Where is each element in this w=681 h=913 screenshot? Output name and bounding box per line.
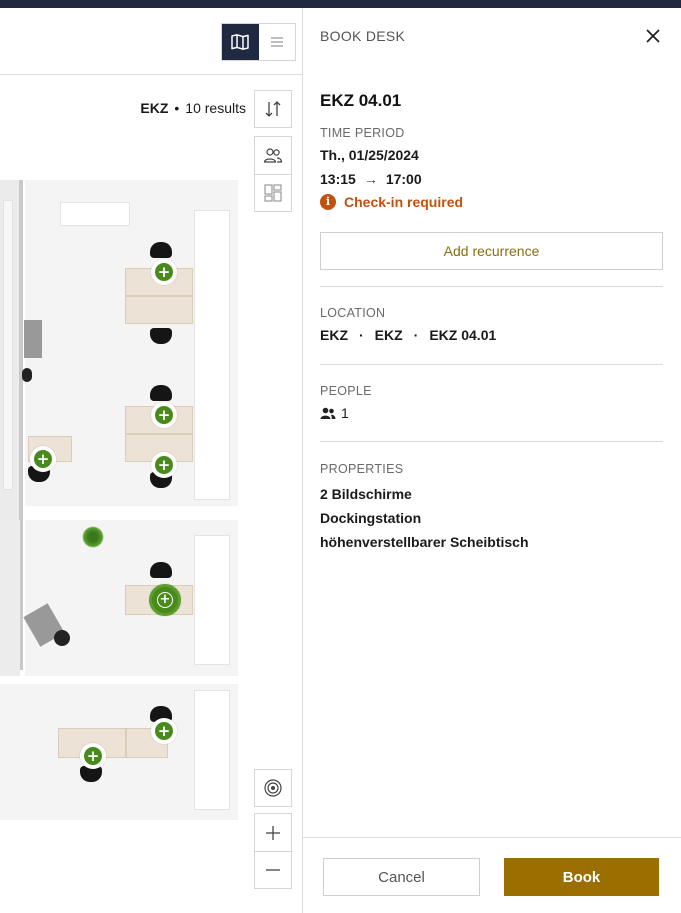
floor-plan[interactable]: + + + + + + + <box>0 180 240 820</box>
people-filter-icon <box>263 147 283 163</box>
zoom-in-icon <box>266 825 280 840</box>
wall <box>0 676 240 684</box>
location-part: EKZ <box>320 327 348 343</box>
cabinet <box>60 202 130 226</box>
armchair <box>24 320 42 358</box>
checkin-text: Check-in required <box>344 194 464 210</box>
layout-button[interactable] <box>254 174 292 212</box>
footer-divider <box>303 837 681 838</box>
booking-panel: BOOK DESK EKZ 04.01 TIME PERIOD Th., 01/… <box>302 8 681 913</box>
desk-name: EKZ 04.01 <box>320 91 402 110</box>
chair <box>150 562 172 578</box>
divider <box>320 286 663 287</box>
results-count: 10 results <box>185 100 246 116</box>
divider <box>320 364 663 365</box>
close-button[interactable] <box>643 26 663 46</box>
divider <box>320 441 663 442</box>
zoom-out-button[interactable] <box>254 851 292 889</box>
map-area: EKZ • 10 results + + + + + + + <box>0 8 302 913</box>
toolbar-divider <box>0 74 302 75</box>
people-filter-button[interactable] <box>254 136 292 174</box>
sort-icon <box>265 101 281 117</box>
desk-marker[interactable]: + <box>151 452 177 478</box>
desk-marker[interactable]: + <box>151 402 177 428</box>
list-icon <box>270 37 283 47</box>
chair <box>150 242 172 258</box>
people-label: PEOPLE <box>320 384 372 398</box>
zoom-in-button[interactable] <box>254 813 292 851</box>
properties-label: PROPERTIES <box>320 462 404 476</box>
desk-marker[interactable]: + <box>151 259 177 285</box>
desk <box>125 296 193 324</box>
people-count-value: 1 <box>341 405 349 421</box>
location-part: EKZ 04.01 <box>429 327 497 343</box>
checkin-notice: i Check-in required <box>320 194 463 210</box>
panel-header-title: BOOK DESK <box>320 28 406 44</box>
time-period-label: TIME PERIOD <box>320 126 405 140</box>
view-toggle <box>221 23 296 61</box>
list-view-button[interactable] <box>259 24 296 60</box>
desk-marker[interactable]: + <box>151 718 177 744</box>
info-icon: i <box>320 194 336 210</box>
property-item: 2 Bildschirme <box>320 486 412 502</box>
plant <box>82 526 104 548</box>
top-bar <box>0 0 681 8</box>
map-view-button[interactable] <box>222 24 259 60</box>
results-location: EKZ <box>140 100 169 116</box>
add-recurrence-button[interactable]: Add recurrence <box>320 232 663 270</box>
locate-icon <box>264 779 282 797</box>
results-separator: • <box>174 100 180 116</box>
location-separator: · <box>359 327 364 343</box>
cancel-button[interactable]: Cancel <box>323 858 480 896</box>
properties-list: 2 Bildschirme Dockingstation höhenverste… <box>320 482 529 554</box>
people-count: 1 <box>320 405 349 421</box>
chair <box>150 385 172 401</box>
property-item: Dockingstation <box>320 510 422 526</box>
location-separator: · <box>413 327 419 343</box>
location-path: EKZ · EKZ · EKZ 04.01 <box>320 327 496 343</box>
corridor <box>0 520 20 676</box>
location-label: LOCATION <box>320 306 386 320</box>
window <box>194 690 230 810</box>
results-summary: EKZ • 10 results <box>140 100 246 116</box>
sort-button[interactable] <box>254 90 292 128</box>
map-icon <box>231 34 249 50</box>
time-end: 17:00 <box>385 171 422 187</box>
time-start: 13:15 <box>320 171 356 187</box>
arrow-right-icon: → <box>363 171 378 187</box>
book-button[interactable]: Book <box>504 858 659 896</box>
bin <box>54 630 70 646</box>
desk-marker[interactable]: + <box>30 446 56 472</box>
window <box>194 535 230 665</box>
layout-icon <box>264 184 282 202</box>
wall <box>23 506 240 520</box>
zoom-out-icon <box>266 869 280 871</box>
window <box>194 210 230 500</box>
location-part: EKZ <box>374 327 403 343</box>
desk-marker[interactable]: + <box>80 743 106 769</box>
booking-time: 13:15 → 17:00 <box>320 171 422 187</box>
locate-button[interactable] <box>254 769 292 807</box>
bin <box>22 368 32 382</box>
selected-desk-marker[interactable]: + <box>149 584 181 616</box>
booking-date: Th., 01/25/2024 <box>320 147 419 163</box>
property-item: höhenverstellbarer Scheibtisch <box>320 534 529 550</box>
window <box>3 200 13 490</box>
close-icon <box>646 29 660 43</box>
people-icon <box>320 407 336 419</box>
